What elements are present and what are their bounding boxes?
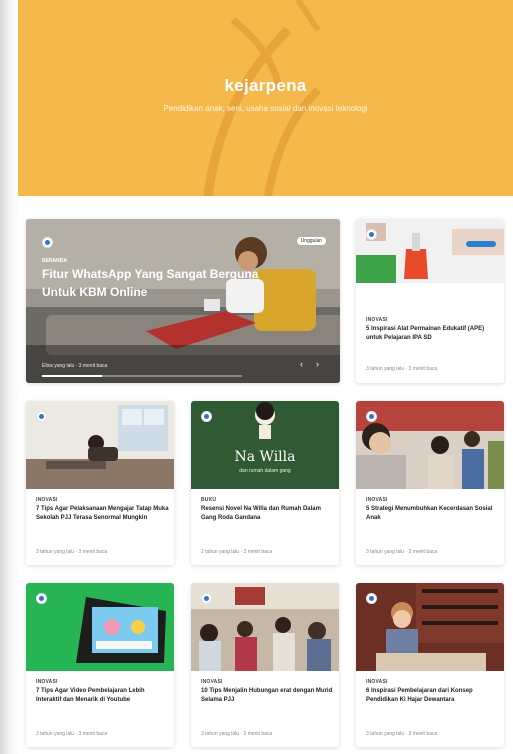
post-category[interactable]: INOVASI: [366, 497, 388, 503]
site-header: kejarpena Pendidikan anak, seni, usaha s…: [18, 0, 513, 196]
post-category[interactable]: INOVASI: [366, 317, 388, 323]
header-decoration: [203, 0, 321, 196]
post-category[interactable]: INOVASI: [366, 679, 388, 685]
hero-title[interactable]: Fitur WhatsApp Yang Sangat Berguna Untuk…: [42, 265, 272, 301]
post-meta: 3 tahun yang lalu · 3 menit baca: [366, 731, 438, 737]
post-meta: 3 tahun yang lalu · 3 menit baca: [366, 366, 438, 372]
author-avatar[interactable]: [42, 237, 53, 248]
post-card[interactable]: INOVASI 7 Tips Agar Pelaksanaan Mengajar…: [26, 401, 174, 565]
site-title[interactable]: kejarpena: [18, 76, 513, 96]
post-card[interactable]: INOVASI 7 Tips Agar Video Pembelajaran L…: [26, 583, 174, 747]
book-cover-subtitle: dan rumah dalam gang: [239, 468, 291, 474]
post-image: [26, 401, 174, 489]
site-tagline: Pendidikan anak, seni, usaha sosial dan …: [163, 104, 368, 113]
post-title[interactable]: Resensi Novel Na Willa dan Rumah Dalam G…: [201, 505, 335, 523]
post-title[interactable]: 6 Inspirasi Pembelajaran dari Konsep Pen…: [366, 687, 500, 705]
author-avatar[interactable]: [366, 593, 377, 604]
author-avatar[interactable]: [36, 411, 47, 422]
hero-post-card[interactable]: Unggulan BERANDA Fitur WhatsApp Yang San…: [26, 219, 340, 383]
author-avatar[interactable]: [36, 593, 47, 604]
post-image: [191, 583, 339, 671]
post-meta: 3 tahun yang lalu · 3 menit baca: [201, 731, 273, 737]
post-image: [191, 401, 339, 489]
post-title[interactable]: 7 Tips Agar Video Pembelajaran Lebih Int…: [36, 687, 170, 705]
post-image: [356, 219, 504, 283]
hero-post-image: [26, 219, 340, 383]
post-category[interactable]: BUKU: [201, 497, 216, 503]
slider-progress: [42, 375, 242, 377]
post-title[interactable]: 10 Tips Menjalin Hubungan erat dengan Mu…: [201, 687, 335, 705]
featured-badge: Unggulan: [296, 237, 326, 245]
post-image: [356, 583, 504, 671]
post-image: [26, 583, 174, 671]
hero-meta: Elisa yang lalu · 3 menit baca: [42, 363, 108, 369]
page-left-shadow: [0, 0, 18, 754]
post-card[interactable]: INOVASI 5 Strategi Menumbuhkan Kecerdasa…: [356, 401, 504, 565]
post-title[interactable]: 5 Inspirasi Alat Permainan Edukatif (APE…: [366, 325, 498, 343]
author-avatar[interactable]: [201, 411, 212, 422]
book-cover-title: Na Willa: [234, 449, 296, 465]
post-title[interactable]: 5 Strategi Menumbuhkan Kecerdasan Sosial…: [366, 505, 500, 523]
post-card[interactable]: INOVASI 6 Inspirasi Pembelajaran dari Ko…: [356, 583, 504, 747]
next-arrow-icon[interactable]: ›: [316, 359, 319, 369]
post-title[interactable]: 7 Tips Agar Pelaksanaan Mengajar Tatap M…: [36, 505, 170, 523]
post-meta: 3 tahun yang lalu · 3 menit baca: [366, 549, 438, 555]
author-avatar[interactable]: [366, 229, 377, 240]
author-avatar[interactable]: [201, 593, 212, 604]
post-card[interactable]: INOVASI 10 Tips Menjalin Hubungan erat d…: [191, 583, 339, 747]
post-image: [356, 401, 504, 489]
hero-category[interactable]: BERANDA: [42, 258, 67, 264]
post-card[interactable]: Na Willa dan rumah dalam gang BUKU Resen…: [191, 401, 339, 565]
post-category[interactable]: INOVASI: [36, 679, 58, 685]
author-avatar[interactable]: [366, 411, 377, 422]
post-category[interactable]: INOVASI: [201, 679, 223, 685]
slider-progress-fill: [42, 375, 102, 377]
post-meta: 3 tahun yang lalu · 3 menit baca: [36, 731, 108, 737]
prev-arrow-icon[interactable]: ‹: [300, 359, 303, 369]
post-meta: 3 tahun yang lalu · 3 menit baca: [36, 549, 108, 555]
post-meta: 2 tahun yang lalu · 3 menit baca: [201, 549, 273, 555]
post-card[interactable]: INOVASI 5 Inspirasi Alat Permainan Eduka…: [356, 219, 504, 383]
post-category[interactable]: INOVASI: [36, 497, 58, 503]
